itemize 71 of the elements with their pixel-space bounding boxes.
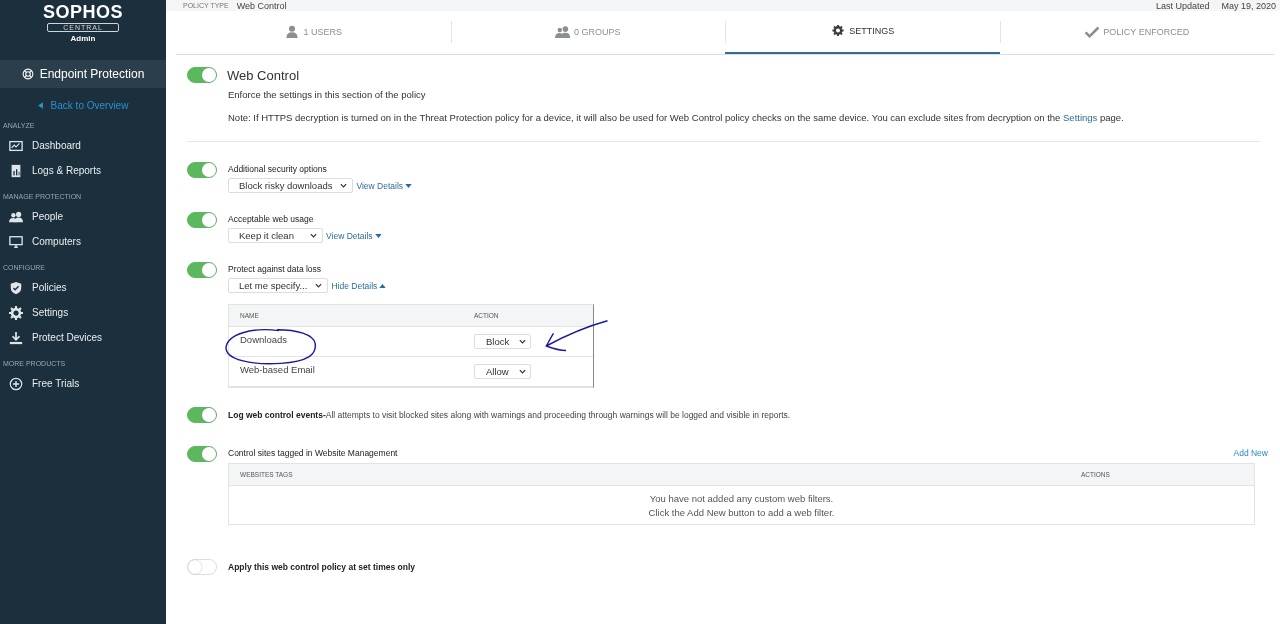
- back-link[interactable]: Back to Overview: [0, 98, 166, 112]
- policy-type-value: Web Control: [236, 0, 287, 11]
- section-title: Web Control: [227, 67, 299, 83]
- option-label: Control sites tagged in Website Management: [228, 448, 398, 458]
- empty-message: Click the Add New button to add a web filter.: [648, 507, 835, 518]
- nav-item[interactable]: Policies: [0, 275, 166, 300]
- nav-item[interactable]: Free Trials: [0, 371, 166, 396]
- chevron-down-icon: [519, 339, 526, 344]
- toggle-switch[interactable]: [187, 446, 217, 462]
- lifebuoy-icon: [21, 68, 34, 80]
- toggle-switch[interactable]: [187, 407, 217, 423]
- nav-item[interactable]: Dashboard: [0, 133, 166, 158]
- dropdown[interactable]: Block risky downloads: [228, 178, 354, 193]
- settings-link[interactable]: Settings: [1063, 112, 1098, 123]
- report-icon: [9, 163, 23, 178]
- nav-item[interactable]: Logs & Reports: [0, 158, 166, 183]
- option-text: Log web control events-All attempts to visit blocked sites along with warnings and proceeding through warnings will be logged and visible in reports.: [228, 410, 792, 420]
- chevron-down-icon: [315, 283, 323, 288]
- chevron-down-icon: [310, 233, 317, 238]
- shield-icon: [9, 280, 23, 295]
- group-icon: [555, 25, 571, 38]
- description-text: Enforce the settings in this section of the policy: [228, 89, 427, 100]
- option-label: Protect against data loss: [228, 264, 323, 274]
- caret-down-icon: [405, 183, 413, 188]
- tab[interactable]: SETTINGS: [725, 11, 1000, 54]
- tab[interactable]: 1 USERS: [176, 11, 451, 54]
- nav-item[interactable]: Protect Devices: [0, 325, 166, 350]
- table-cell-text: Downloads: [239, 334, 288, 345]
- download-icon: [9, 330, 23, 345]
- option-label: Acceptable web usage: [228, 214, 315, 224]
- settings-icon: [830, 24, 847, 37]
- nav-item[interactable]: Computers: [0, 229, 166, 254]
- brand-logo: SOPHOS: [43, 2, 123, 22]
- toggle-switch[interactable]: [187, 212, 217, 228]
- option-text: Apply this web control policy at set times only: [228, 562, 417, 572]
- plus-icon: [9, 376, 23, 391]
- checkmark-icon: [1084, 25, 1101, 38]
- chevron-down-icon: [519, 369, 526, 374]
- people-icon: [9, 209, 23, 224]
- caret-left-icon: [37, 101, 43, 109]
- toggle-switch[interactable]: [187, 162, 217, 178]
- empty-message: You have not added any custom web filters.: [649, 493, 834, 504]
- user-icon: [284, 25, 301, 38]
- product-bar[interactable]: Endpoint Protection: [0, 60, 166, 88]
- table-cell-text: Web-based Email: [239, 364, 316, 375]
- last-updated-date: May 19, 2020: [1221, 0, 1276, 11]
- role-label: Admin: [70, 34, 96, 43]
- caret-down-icon: [374, 233, 382, 238]
- tab[interactable]: POLICY ENFORCED: [999, 11, 1274, 54]
- tab[interactable]: 0 GROUPS: [450, 11, 725, 54]
- caret-up-icon: [379, 283, 387, 288]
- nav-item[interactable]: Settings: [0, 300, 166, 325]
- details-link[interactable]: View Details: [356, 180, 413, 191]
- details-link[interactable]: View Details: [326, 230, 382, 241]
- note-text: Note: If HTTPS decryption is turned on in the Threat Protection policy for a device, it will also be used for Web Control policy checks on the same device. You can exclude sites from decryption on the Settings page.: [228, 112, 1125, 123]
- settings-icon: [9, 305, 23, 320]
- dropdown[interactable]: Let me specify...: [228, 278, 329, 293]
- dropdown[interactable]: Keep it clean: [228, 228, 323, 243]
- chart-icon: [9, 138, 23, 153]
- add-new-link[interactable]: Add New: [1233, 448, 1268, 458]
- details-link[interactable]: Hide Details: [331, 280, 387, 291]
- action-dropdown[interactable]: Allow: [474, 364, 531, 379]
- chevron-down-icon: [340, 183, 348, 188]
- monitor-icon: [9, 234, 23, 249]
- toggle-switch[interactable]: [187, 67, 217, 83]
- action-dropdown[interactable]: Block: [474, 334, 531, 349]
- option-label: Additional security options: [228, 164, 328, 174]
- toggle-switch[interactable]: [187, 262, 217, 278]
- nav-item[interactable]: People: [0, 204, 166, 229]
- last-updated-label: Last Updated: [1155, 0, 1210, 11]
- product-name: Endpoint Protection: [39, 67, 145, 81]
